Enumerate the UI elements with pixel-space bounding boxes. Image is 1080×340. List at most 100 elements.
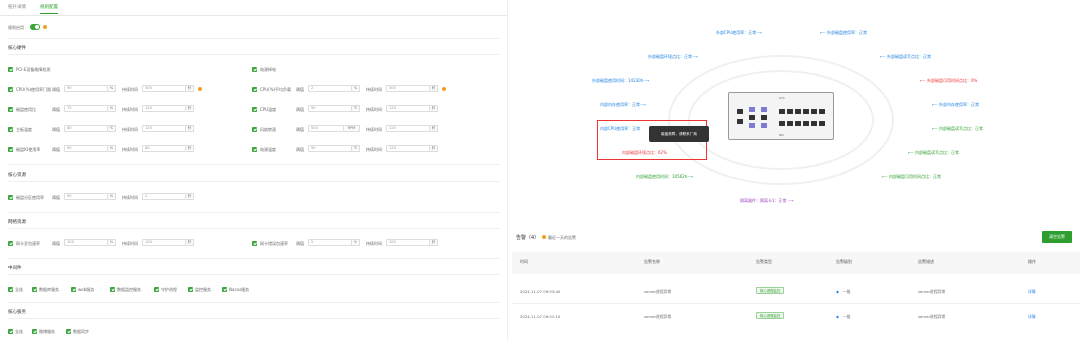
duration-label: 持续时间 <box>122 195 138 200</box>
checkbox[interactable] <box>252 241 257 246</box>
duration-input[interactable]: 2 <box>142 193 186 200</box>
threshold-input[interactable]: 90 <box>64 85 108 92</box>
cell-desc: server进程异常 <box>918 289 946 294</box>
field-label: CPU温度 <box>260 107 277 112</box>
checkbox-label: web服务 <box>78 287 95 292</box>
checkbox-label: 监控服务 <box>195 287 211 292</box>
unit: % <box>352 239 360 246</box>
port <box>749 107 755 112</box>
checkbox[interactable] <box>8 195 13 200</box>
checkbox[interactable] <box>66 329 71 334</box>
col-time: 时间 <box>520 259 528 264</box>
clear-alarms-button[interactable]: 清空告警 <box>1042 231 1072 243</box>
status-ext-disk-rw: ⟵ 外部磁盘读写点比：正常 <box>880 54 932 59</box>
enable-label: 规则启用 <box>8 25 24 30</box>
port <box>803 121 809 126</box>
checkbox[interactable] <box>71 287 76 292</box>
status-ext-disk-time: 外部磁盘使用时间：14230h⟶ <box>592 78 649 83</box>
checkbox[interactable] <box>252 147 257 152</box>
port <box>761 107 767 112</box>
table-header <box>512 252 1080 274</box>
duration-label: 持续时间 <box>366 147 382 152</box>
port <box>795 121 801 126</box>
duration-input[interactable]: 120 <box>386 105 430 112</box>
unit: % <box>108 85 116 92</box>
col-type: 告警类型 <box>756 259 772 264</box>
duration-input[interactable]: 300 <box>386 85 430 92</box>
threshold-label: 阈值 <box>52 107 60 112</box>
detail-link[interactable]: 详情 <box>1028 314 1036 320</box>
checkbox[interactable] <box>252 67 257 72</box>
cell-time: 2024-11-07 09:53:40 <box>520 289 561 294</box>
duration-input[interactable]: 80 <box>142 145 186 152</box>
checkbox[interactable] <box>32 329 37 334</box>
checkbox[interactable] <box>8 87 13 92</box>
tab-topology[interactable]: 拓扑详情 <box>8 4 26 10</box>
duration-input[interactable]: 120 <box>142 105 186 112</box>
threshold-input[interactable]: 2 <box>308 85 352 92</box>
tab-rules[interactable]: 规则配置 <box>40 4 58 14</box>
threshold-input[interactable]: 80 <box>64 125 108 132</box>
threshold-label: 阈值 <box>52 241 60 246</box>
duration-input[interactable]: 300 <box>142 85 186 92</box>
threshold-input[interactable]: 90 <box>308 105 352 112</box>
checkbox[interactable] <box>8 287 13 292</box>
detail-link[interactable]: 详情 <box>1028 289 1036 295</box>
enable-toggle[interactable] <box>30 24 40 30</box>
unit: % <box>108 145 116 152</box>
checkbox[interactable] <box>8 329 13 334</box>
duration-input[interactable]: 120 <box>386 125 430 132</box>
threshold-input[interactable]: 90 <box>308 145 352 152</box>
unit: ℃ <box>352 105 360 112</box>
type-badge: 核心进程监控 <box>756 287 785 294</box>
threshold-input[interactable]: 75 <box>64 105 108 112</box>
threshold-input[interactable]: 5 <box>308 239 352 246</box>
section-core-services: 核心服务 <box>8 310 26 315</box>
tab-bar: 拓扑详情 规则配置 <box>0 0 507 16</box>
server-device[interactable]: SYS NIC <box>728 92 834 140</box>
field-label: 电源温度 <box>260 147 276 152</box>
duration-label: 持续时间 <box>366 87 382 92</box>
threshold-label: 阈值 <box>296 147 304 152</box>
warning-icon <box>198 87 202 91</box>
unit: ℃ <box>352 145 360 152</box>
checkbox[interactable] <box>154 287 159 292</box>
status-int-mem: 内部内存使用率：正常⟶ <box>600 102 646 107</box>
port <box>787 109 793 114</box>
port <box>803 109 809 114</box>
threshold-input[interactable]: 500 <box>308 125 344 132</box>
duration-input[interactable]: 120 <box>386 145 430 152</box>
cell-desc: server进程异常 <box>918 314 946 319</box>
info-icon <box>43 25 47 29</box>
checkbox[interactable] <box>32 287 37 292</box>
status-ext-disk-usage: ⟵ 外部磁盘使用率：正常 <box>820 30 868 35</box>
duration-input[interactable]: 120 <box>142 125 186 132</box>
clock-icon <box>542 235 546 239</box>
checkbox[interactable] <box>8 127 13 132</box>
device-label-top: SYS <box>779 96 785 100</box>
port <box>749 123 755 128</box>
col-desc: 告警描述 <box>918 259 934 264</box>
status-ext-disk-env: 外部磁盘环境点比：正常⟶ <box>648 54 698 59</box>
checkbox[interactable] <box>8 107 13 112</box>
checkbox-label: 数据监控服务 <box>117 287 141 292</box>
checkbox[interactable] <box>188 287 193 292</box>
threshold-input[interactable]: 90 <box>64 145 108 152</box>
threshold-label: 阈值 <box>296 87 304 92</box>
duration-input[interactable]: 100 <box>142 239 186 246</box>
duration-input[interactable]: 100 <box>386 239 430 246</box>
checkbox[interactable] <box>252 127 257 132</box>
checkbox[interactable] <box>252 107 257 112</box>
warning-icon <box>442 87 446 91</box>
checkbox[interactable] <box>8 147 13 152</box>
threshold-input[interactable]: 90 <box>64 193 108 200</box>
checkbox[interactable] <box>8 241 13 246</box>
threshold-input[interactable]: 100 <box>64 239 108 246</box>
checkbox[interactable] <box>222 287 227 292</box>
checkbox[interactable] <box>252 87 257 92</box>
threshold-label: 阈值 <box>296 241 304 246</box>
checkbox-label: 数据同步 <box>73 329 89 334</box>
checkbox[interactable] <box>110 287 115 292</box>
field-label: 磁盘使用比 <box>16 107 36 112</box>
checkbox[interactable] <box>8 67 13 72</box>
